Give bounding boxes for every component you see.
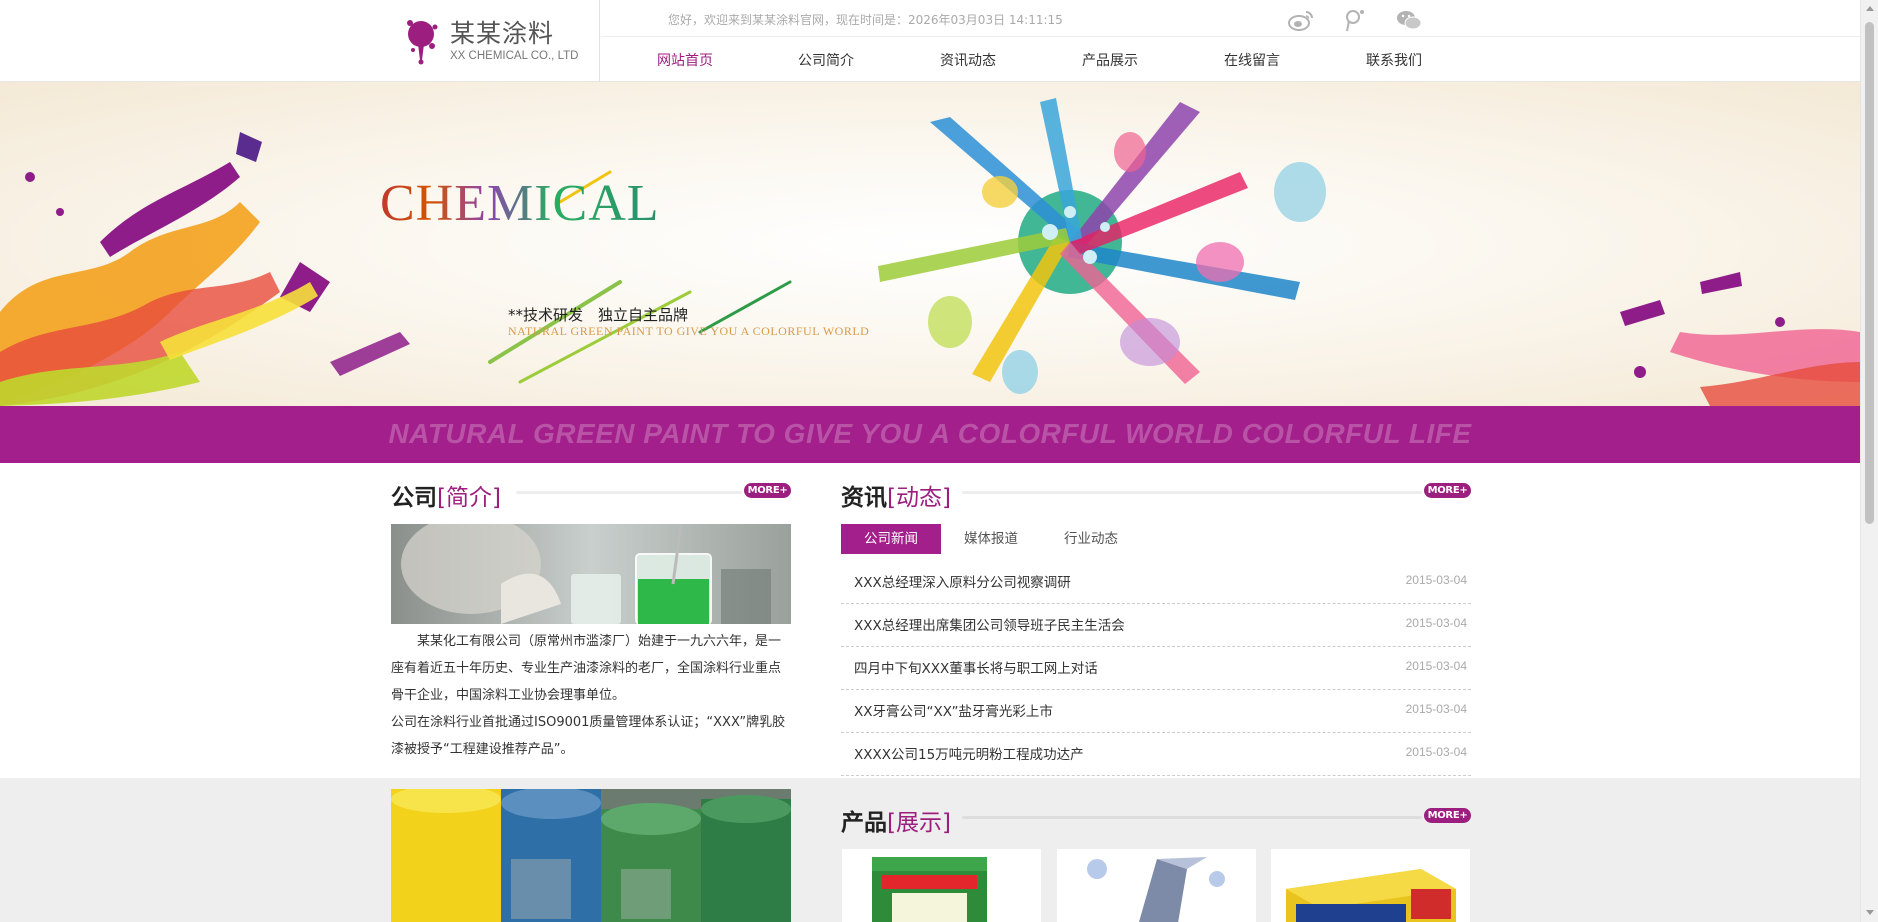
product-card[interactable] [1057,849,1256,922]
nav-item-about[interactable]: 公司简介 [766,50,886,70]
nav-item-products[interactable]: 产品展示 [1050,50,1170,70]
main-nav: 网站首页 公司简介 资讯动态 产品展示 在线留言 联系我们 [601,36,1860,82]
product-thumbnail [1271,849,1470,922]
news-more-button[interactable]: MORE+ [1424,483,1471,498]
news-item[interactable]: XXX总经理出席集团公司领导班子民主生活会 2015-03-04 [841,604,1471,647]
section-divider [962,816,1422,819]
news-item-date: 2015-03-04 [1405,659,1467,673]
paint-drop-logo-icon [407,20,438,65]
paint-drums-photo [391,789,791,922]
about-description: 某某化工有限公司（原常州市滥漆厂）始建于一九六六年，是一座有着近五十年历史、专业… [391,628,793,763]
tencent-weibo-icon[interactable] [1342,8,1368,32]
about-more-button[interactable]: MORE+ [744,483,791,498]
products-title-accent: [展示] [887,810,951,836]
site-header: 某某涂料 XX CHEMICAL CO., LTD 您好，欢迎来到某某涂料官网，… [0,0,1860,82]
product-card[interactable] [1271,849,1470,922]
tab-media-reports[interactable]: 媒体报道 [941,524,1041,554]
news-item-date: 2015-03-04 [1405,745,1467,759]
banner-english-subtitle: NATURAL GREEN PAINT TO GIVE YOU A COLORF… [508,324,870,338]
paint-splash-illustration [0,98,1860,406]
product-thumbnail [842,849,1041,922]
page-scrollbar[interactable] [1860,0,1878,922]
product-thumbnail [1057,849,1256,922]
news-title-accent: [动态] [887,485,951,511]
news-item-title[interactable]: XXXX公司15万吨元明粉工程成功达产 [854,743,1084,763]
news-item-title[interactable]: XXX总经理深入原料分公司视察调研 [854,571,1071,591]
tab-company-news[interactable]: 公司新闻 [841,524,941,554]
news-section-title: 资讯[动态] [841,478,951,512]
product-card[interactable] [842,849,1041,922]
slogan-strip: NATURAL GREEN PAINT TO GIVE YOU A COLORF… [0,406,1860,463]
logo-chinese-name: 某某涂料 [450,19,555,48]
news-item[interactable]: XXX总经理深入原料分公司视察调研 2015-03-04 [841,561,1471,604]
news-list: XXX总经理深入原料分公司视察调研 2015-03-04 XXX总经理出席集团公… [841,561,1471,776]
news-item[interactable]: 四月中下旬XXX董事长将与职工网上对话 2015-03-04 [841,647,1471,690]
scroll-up-arrow-icon[interactable] [1866,6,1874,11]
slogan-text: NATURAL GREEN PAINT TO GIVE YOU A COLORF… [388,418,1472,449]
news-item-title[interactable]: XXX总经理出席集团公司领导班子民主生活会 [854,614,1125,634]
hero-banner: CHEMICAL **技术研发 独立自主品牌 NATURAL GREEN PAI… [0,82,1860,406]
products-section-title: 产品[展示] [841,803,951,837]
nav-item-contact[interactable]: 联系我们 [1334,50,1454,70]
news-title-main: 资讯 [841,485,887,511]
scroll-down-arrow-icon[interactable] [1866,910,1874,915]
products-title-main: 产品 [841,810,887,836]
products-more-button[interactable]: MORE+ [1424,808,1471,823]
tab-industry-news[interactable]: 行业动态 [1041,524,1141,554]
news-item-title[interactable]: 四月中下旬XXX董事长将与职工网上对话 [854,657,1098,677]
scroll-thumb[interactable] [1865,22,1874,524]
section-divider [962,491,1422,494]
about-paragraph: 公司在涂料行业首批通过ISO9001质量管理体系认证；“XXX”牌乳胶漆被授予“… [391,715,786,757]
news-item-title[interactable]: XX牙膏公司“XX”盐牙膏光彩上市 [854,700,1053,720]
banner-title: CHEMICAL [380,175,660,232]
section-divider [516,491,742,494]
about-paragraph: 某某化工有限公司（原常州市滥漆厂）始建于一九六六年，是一座有着近五十年历史、专业… [391,634,782,703]
banner-subtitle: **技术研发 独立自主品牌 [508,306,689,324]
news-item-date: 2015-03-04 [1405,573,1467,587]
weibo-icon[interactable] [1288,8,1314,32]
about-title-main: 公司 [391,485,437,511]
about-section-title: 公司[简介] [391,478,501,512]
logo[interactable]: 某某涂料 XX CHEMICAL CO., LTD [396,0,600,82]
news-item-date: 2015-03-04 [1405,616,1467,630]
logo-english-name: XX CHEMICAL CO., LTD [450,50,579,62]
nav-item-home[interactable]: 网站首页 [625,50,745,70]
news-item-date: 2015-03-04 [1405,702,1467,716]
news-item[interactable]: XXXX公司15万吨元明粉工程成功达产 2015-03-04 [841,733,1471,776]
about-title-accent: [简介] [437,485,501,511]
news-item[interactable]: XX牙膏公司“XX”盐牙膏光彩上市 2015-03-04 [841,690,1471,733]
lab-photo [391,524,791,624]
nav-item-message[interactable]: 在线留言 [1192,50,1312,70]
welcome-message: 您好，欢迎来到某某涂料官网，现在时间是：2026年03月03日 14:11:15 [668,13,1063,27]
nav-item-news[interactable]: 资讯动态 [908,50,1028,70]
wechat-icon[interactable] [1396,8,1422,32]
